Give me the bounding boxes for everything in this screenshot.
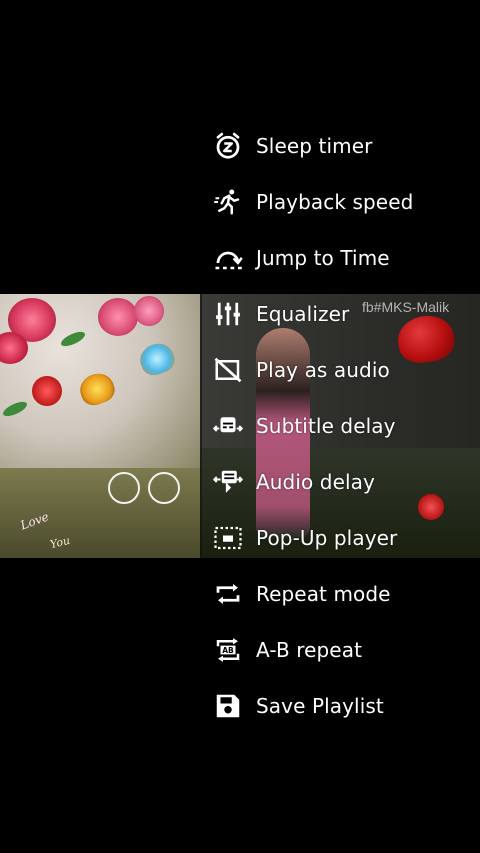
menu-item-save-playlist[interactable]: Save Playlist (0, 678, 480, 734)
menu-item-label: A-B repeat (256, 638, 363, 662)
popup-player-icon (212, 522, 244, 554)
equalizer-sliders-icon (212, 298, 244, 330)
menu-item-label: Save Playlist (256, 694, 384, 718)
menu-item-sleep-timer[interactable]: Sleep timer (0, 118, 480, 174)
ab-repeat-icon: AB (212, 634, 244, 666)
menu-item-play-as-audio[interactable]: Play as audio (0, 342, 480, 398)
subtitle-delay-icon (212, 410, 244, 442)
audio-delay-icon (212, 466, 244, 498)
menu-item-audio-delay[interactable]: Audio delay (0, 454, 480, 510)
jump-arc-icon (212, 242, 244, 274)
menu-item-label: Equalizer (256, 302, 350, 326)
menu-item-subtitle-delay[interactable]: Subtitle delay (0, 398, 480, 454)
menu-item-label: Jump to Time (256, 246, 390, 270)
menu-item-label: Subtitle delay (256, 414, 396, 438)
menu-item-label: Repeat mode (256, 582, 391, 606)
menu-item-label: Play as audio (256, 358, 390, 382)
menu-item-ab-repeat[interactable]: AB A-B repeat (0, 622, 480, 678)
menu-item-label: Playback speed (256, 190, 414, 214)
menu-item-label: Audio delay (256, 470, 375, 494)
player-options-menu: Sleep timer Playback speed Jump to Time … (0, 118, 480, 734)
running-person-icon (212, 186, 244, 218)
menu-item-label: Sleep timer (256, 134, 373, 158)
save-floppy-icon (212, 690, 244, 722)
menu-item-popup-player[interactable]: Pop-Up player (0, 510, 480, 566)
sleep-timer-icon (212, 130, 244, 162)
video-off-icon (212, 354, 244, 386)
menu-item-jump-to-time[interactable]: Jump to Time (0, 230, 480, 286)
menu-item-repeat-mode[interactable]: Repeat mode (0, 566, 480, 622)
menu-item-label: Pop-Up player (256, 526, 398, 550)
svg-text:AB: AB (222, 646, 234, 655)
menu-item-equalizer[interactable]: Equalizer (0, 286, 480, 342)
repeat-icon (212, 578, 244, 610)
menu-item-playback-speed[interactable]: Playback speed (0, 174, 480, 230)
